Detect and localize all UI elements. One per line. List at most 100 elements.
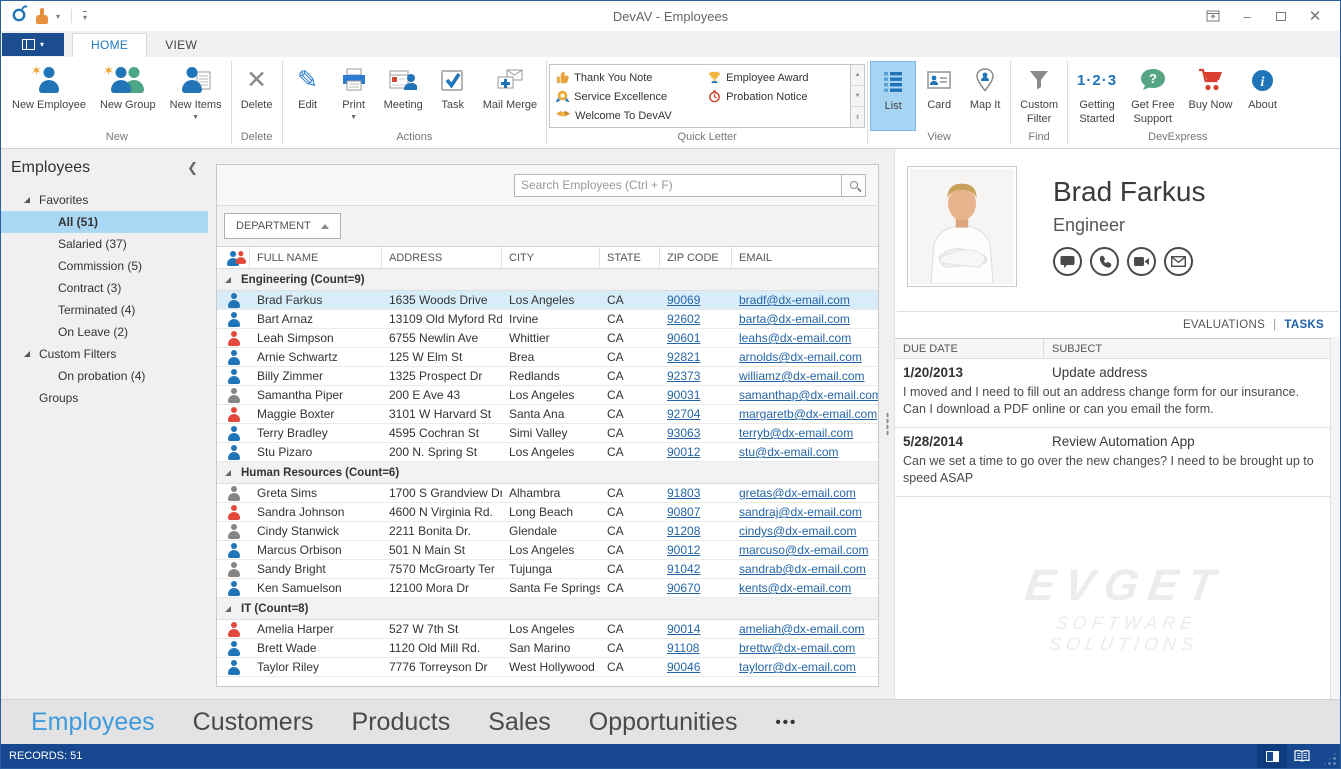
zip-code-link[interactable]: 90046 [667,660,700,674]
zip-code-link[interactable]: 92821 [667,350,700,364]
mail-merge-button[interactable]: Mail Merge [476,61,544,131]
employee-row[interactable]: Billy Zimmer1325 Prospect DrRedlandsCA92… [217,367,878,386]
zip-code-link[interactable]: 90807 [667,505,700,519]
email-link[interactable]: arnolds@dx-email.com [739,350,862,364]
email-link[interactable]: brettw@dx-email.com [739,641,855,655]
email-link[interactable]: bradf@dx-email.com [739,293,850,307]
group-by-department-chip[interactable]: DEPARTMENT [224,213,341,239]
employee-row[interactable]: Greta Sims1700 S Grandview Dr.AlhambraCA… [217,484,878,503]
zip-code-link[interactable]: 91042 [667,562,700,576]
zip-code-link[interactable]: 90031 [667,388,700,402]
group-row[interactable]: IT (Count=8) [217,598,878,620]
employee-row[interactable]: Bart Arnaz13109 Old Myford RdIrvineCA926… [217,310,878,329]
tasks-column-due-date[interactable]: DUE DATE [895,339,1044,358]
employee-row[interactable]: Marcus Orbison501 N Main StLos AngelesCA… [217,541,878,560]
about-button[interactable]: i About [1240,61,1286,131]
task-button[interactable]: Task [430,61,476,131]
zip-code-link[interactable]: 90670 [667,581,700,595]
sidebar-item-favorites[interactable]: Favorites [1,189,208,211]
employee-row[interactable]: Terry Bradley4595 Cochran StSimi ValleyC… [217,424,878,443]
gallery-scroll-up-button[interactable]: ▲ [851,65,864,86]
zip-code-link[interactable]: 92602 [667,312,700,326]
quick-letter-probation-notice[interactable]: Probation Notice [708,87,848,106]
meeting-button[interactable]: Meeting [377,61,430,131]
employee-row[interactable]: Amelia Harper527 W 7th StLos AngelesCA90… [217,620,878,639]
nav-more-button[interactable]: ••• [775,714,797,731]
get-free-support-button[interactable]: ? Get Free Support [1124,61,1181,131]
search-button[interactable] [841,174,866,197]
group-expander-icon[interactable] [225,606,231,612]
video-call-button[interactable] [1127,247,1156,276]
email-link[interactable]: margaretb@dx-email.com [739,407,877,421]
task-row[interactable]: 5/28/2014 Review Automation App Can we s… [895,428,1340,497]
email-link[interactable]: stu@dx-email.com [739,445,839,459]
sidebar-item-terminated-4[interactable]: Terminated (4) [1,299,208,321]
new-employee-button[interactable]: ✶ New Employee [5,61,93,131]
sidebar-item-all-51[interactable]: All (51) [1,211,208,233]
chat-button[interactable] [1053,247,1082,276]
sidebar-item-contract-3[interactable]: Contract (3) [1,277,208,299]
email-link[interactable]: taylorr@dx-email.com [739,660,856,674]
nav-sales[interactable]: Sales [488,708,551,737]
email-link[interactable]: kents@dx-email.com [739,581,851,595]
tab-tasks[interactable]: TASKS [1284,319,1324,331]
zip-code-link[interactable]: 91108 [667,641,699,655]
column-header-zip-code[interactable]: ZIP CODE [660,247,732,268]
custom-filter-button[interactable]: Custom Filter [1013,61,1065,131]
nav-customers[interactable]: Customers [193,708,314,737]
sidebar-item-salaried-37[interactable]: Salaried (37) [1,233,208,255]
employee-row[interactable]: Brett Wade1120 Old Mill Rd.San MarinoCA9… [217,639,878,658]
list-view-button[interactable]: List [870,61,916,131]
employee-row[interactable]: Sandy Bright7570 McGroarty TerTujungaCA9… [217,560,878,579]
new-group-button[interactable]: ✶ New Group [93,61,163,131]
sidebar-item-on-probation-4[interactable]: On probation (4) [1,365,208,387]
group-row[interactable]: Engineering (Count=9) [217,269,878,291]
panel-splitter[interactable] [880,149,894,699]
touch-mode-icon[interactable] [35,8,49,24]
quick-letter-thank-you-note[interactable]: Thank You Note [556,68,708,87]
map-it-button[interactable]: Map It [962,61,1008,131]
sidebar-item-on-leave-2[interactable]: On Leave (2) [1,321,208,343]
employee-row[interactable]: Samantha Piper200 E Ave 43Los AngelesCA9… [217,386,878,405]
zip-code-link[interactable]: 90012 [667,543,700,557]
zip-code-link[interactable]: 90012 [667,445,700,459]
call-button[interactable] [1090,247,1119,276]
employee-row[interactable]: Stu Pizaro200 N. Spring StLos AngelesCA9… [217,443,878,462]
ribbon-display-options-button[interactable] [1198,5,1228,27]
zip-code-link[interactable]: 90601 [667,331,700,345]
new-items-button[interactable]: New Items ▼ [163,61,229,131]
minimize-button[interactable]: – [1232,5,1262,27]
employee-row[interactable]: Brad Farkus1635 Woods DriveLos AngelesCA… [217,291,878,310]
column-header-address[interactable]: ADDRESS [382,247,502,268]
zip-code-link[interactable]: 91208 [667,524,700,538]
tab-evaluations[interactable]: EVALUATIONS [1183,319,1265,331]
tab-view[interactable]: VIEW [147,34,215,57]
sidebar-collapse-icon[interactable]: ❮ [187,160,198,176]
touch-mode-dropdown-icon[interactable]: ▾ [56,12,60,21]
tree-expander-icon[interactable] [24,351,30,357]
column-header-state[interactable]: STATE [600,247,660,268]
zip-code-link[interactable]: 92373 [667,369,700,383]
employee-row[interactable]: Cindy Stanwick2211 Bonita Dr.GlendaleCA9… [217,522,878,541]
gallery-scroll-down-button[interactable]: ▼ [851,86,864,107]
employee-row[interactable]: Maggie Boxter3101 W Harvard StSanta AnaC… [217,405,878,424]
quick-letter-welcome-to-devav[interactable]: Welcome To DevAV [556,106,708,125]
column-header-email[interactable]: EMAIL [732,247,878,268]
column-header-full-name[interactable]: FULL NAME [250,247,382,268]
delete-button[interactable]: ✕ Delete [234,61,280,131]
nav-products[interactable]: Products [352,708,451,737]
edit-button[interactable]: ✎ Edit [285,61,331,131]
customize-qat-icon[interactable]: ▾ [83,11,87,22]
email-link[interactable]: williamz@dx-email.com [739,369,865,383]
employee-row[interactable]: Taylor Riley7776 Torreyson DrWest Hollyw… [217,658,878,677]
zip-code-link[interactable]: 93063 [667,426,700,440]
reading-pane-toggle-button[interactable] [1257,744,1287,768]
employee-row[interactable]: Leah Simpson6755 Newlin AveWhittierCA906… [217,329,878,348]
email-link[interactable]: marcuso@dx-email.com [739,543,869,557]
quick-letter-service-excellence[interactable]: Service Excellence [556,87,708,106]
card-view-button[interactable]: Card [916,61,962,131]
email-link[interactable]: sandrab@dx-email.com [739,562,866,576]
employee-row[interactable]: Ken Samuelson12100 Mora DrSanta Fe Sprin… [217,579,878,598]
book-view-button[interactable] [1287,744,1317,768]
nav-opportunities[interactable]: Opportunities [589,708,738,737]
